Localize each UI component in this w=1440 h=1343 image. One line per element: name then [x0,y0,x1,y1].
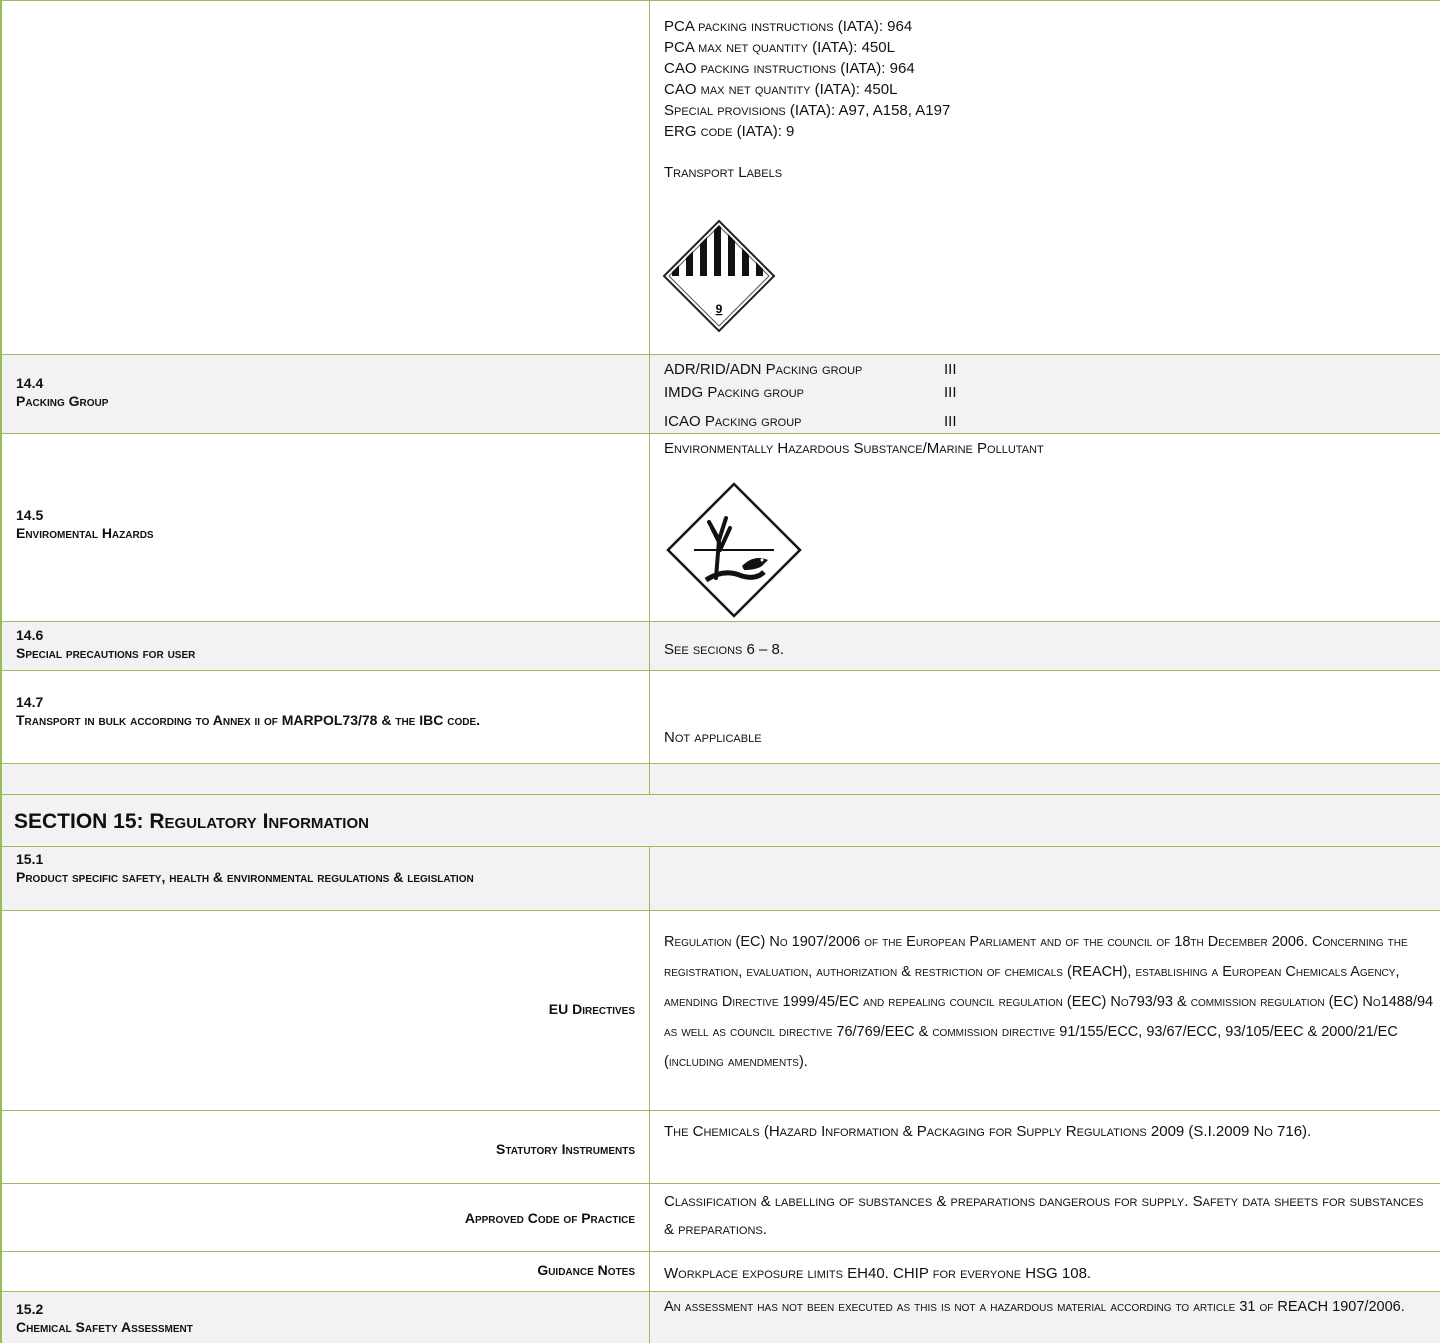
iata-line: PCA packing instructions (IATA): 964 [664,18,913,35]
sds-page: PCA packing instructions (IATA): 964 PCA… [0,0,1440,1343]
transport-bulk-row: 14.7 Transport in bulk according to Anne… [0,670,1440,763]
packing-group-value: III [944,361,957,378]
section-number: 14.6 [16,627,44,643]
approved-code-value-cell: Classification & labelling of substances… [650,1184,1440,1251]
iata-line: CAO packing instructions (IATA): 964 [664,60,915,77]
approved-code-text: Classification & labelling of substances… [664,1193,1424,1238]
packing-group-value: III [944,413,957,430]
statutory-instruments-label: Statutory Instruments [496,1141,635,1157]
packing-group-row: 14.4 Packing Group ADR/RID/ADN Packing g… [0,354,1440,433]
packing-group-item: ICAO Packing group III [664,410,1440,433]
statutory-instruments-text: The Chemicals (Hazard Information & Pack… [664,1123,1312,1140]
special-precautions-label-cell: 14.6 Special precautions for user [2,622,650,670]
guidance-notes-value-cell: Workplace exposure limits EH40. CHIP for… [650,1252,1440,1291]
environmental-hazards-row: 14.5 Enviromental Hazards Environmentall… [0,433,1440,621]
statutory-instruments-label-cell: Statutory Instruments [2,1111,650,1183]
eu-directives-label: EU Directives [548,1001,635,1017]
chemical-safety-value-cell: An assessment has not been executed as t… [650,1292,1440,1343]
special-precautions-text: See secions 6 – 8. [664,641,785,658]
iata-line: ERG code (IATA): 9 [664,123,795,140]
statutory-instruments-row: Statutory Instruments The Chemicals (Haz… [0,1110,1440,1183]
section-number: 14.7 [16,694,44,710]
chemical-safety-label-cell: 15.2 Chemical Safety Assessment [2,1292,650,1343]
regulations-label-cell: 15.1 Product specific safety, health & e… [2,847,650,910]
packing-group-values-cell: ADR/RID/ADN Packing group III IMDG Packi… [650,355,1440,433]
environmental-hazard-icon [666,482,802,618]
guidance-notes-label: Guidance Notes [537,1262,635,1278]
spacer-row [0,763,1440,794]
class-9-miscellaneous-hazard-icon: 9 [662,219,776,333]
iata-left-cell [2,1,650,354]
approved-code-row: Approved Code of Practice Classification… [0,1183,1440,1251]
section-title: Special precautions for user [16,645,196,661]
packing-group-value: III [944,384,957,401]
guidance-notes-label-cell: Guidance Notes [2,1252,650,1291]
packing-group-item: IMDG Packing group III [664,381,1440,404]
iata-line: Special provisions (IATA): A97, A158, A1… [664,102,951,119]
chemical-safety-text: An assessment has not been executed as t… [664,1299,1405,1315]
spacer-left-cell [2,764,650,794]
regulations-row: 15.1 Product specific safety, health & e… [0,846,1440,910]
environmental-hazard-text: Environmentally Hazardous Substance/Mari… [664,440,1044,457]
guidance-notes-row: Guidance Notes Workplace exposure limits… [0,1251,1440,1291]
eu-directives-label-cell: EU Directives [2,911,650,1110]
eu-directives-value-cell: Regulation (EC) No 1907/2006 of the Euro… [650,911,1440,1110]
transport-bulk-label-cell: 14.7 Transport in bulk according to Anne… [2,671,650,763]
iata-line: CAO max net quantity (IATA): 450L [664,81,898,98]
spacer-right-cell [650,764,1440,794]
packing-group-key: IMDG Packing group [664,384,805,401]
transport-bulk-value-cell: Not applicable [650,671,1440,763]
environmental-hazards-label-cell: 14.5 Enviromental Hazards [2,434,650,621]
packing-group-key: ADR/RID/ADN Packing group [664,361,863,378]
statutory-instruments-value-cell: The Chemicals (Hazard Information & Pack… [650,1111,1440,1183]
iata-line: PCA max net quantity (IATA): 450L [664,39,895,56]
iata-right-cell: PCA packing instructions (IATA): 964 PCA… [650,1,1440,354]
packing-group-key: ICAO Packing group [664,413,802,430]
section-title: Packing Group [16,393,109,409]
regulations-value-cell [650,847,1440,910]
transport-labels-title: Transport Labels [664,164,783,181]
section-number: 14.5 [16,507,44,523]
chemical-safety-row: 15.2 Chemical Safety Assessment An asses… [0,1291,1440,1343]
section-15-header: SECTION 15: Regulatory Information [0,794,1440,846]
hazard-class-number: 9 [716,302,723,316]
section-title: Transport in bulk according to Annex ii … [16,712,481,728]
guidance-notes-text: Workplace exposure limits EH40. CHIP for… [664,1265,1092,1282]
section-title: Chemical Safety Assessment [16,1319,193,1335]
eu-directives-row: EU Directives Regulation (EC) No 1907/20… [0,910,1440,1110]
approved-code-label: Approved Code of Practice [464,1210,635,1226]
iata-row: PCA packing instructions (IATA): 964 PCA… [0,0,1440,354]
transport-bulk-text: Not applicable [664,729,762,746]
packing-group-label-cell: 14.4 Packing Group [2,355,650,433]
section-15-title: SECTION 15: Regulatory Information [14,810,369,833]
section-title: Product specific safety, health & enviro… [16,869,474,885]
section-number: 15.1 [16,851,44,867]
environmental-hazards-value-cell: Environmentally Hazardous Substance/Mari… [650,434,1440,621]
section-number: 15.2 [16,1301,44,1317]
packing-group-item: ADR/RID/ADN Packing group III [664,358,1440,381]
section-title: Enviromental Hazards [16,525,154,541]
special-precautions-value-cell: See secions 6 – 8. [650,622,1440,670]
eu-directives-text: Regulation (EC) No 1907/2006 of the Euro… [664,934,1434,1070]
special-precautions-row: 14.6 Special precautions for user See se… [0,621,1440,670]
section-number: 14.4 [16,375,44,391]
approved-code-label-cell: Approved Code of Practice [2,1184,650,1251]
